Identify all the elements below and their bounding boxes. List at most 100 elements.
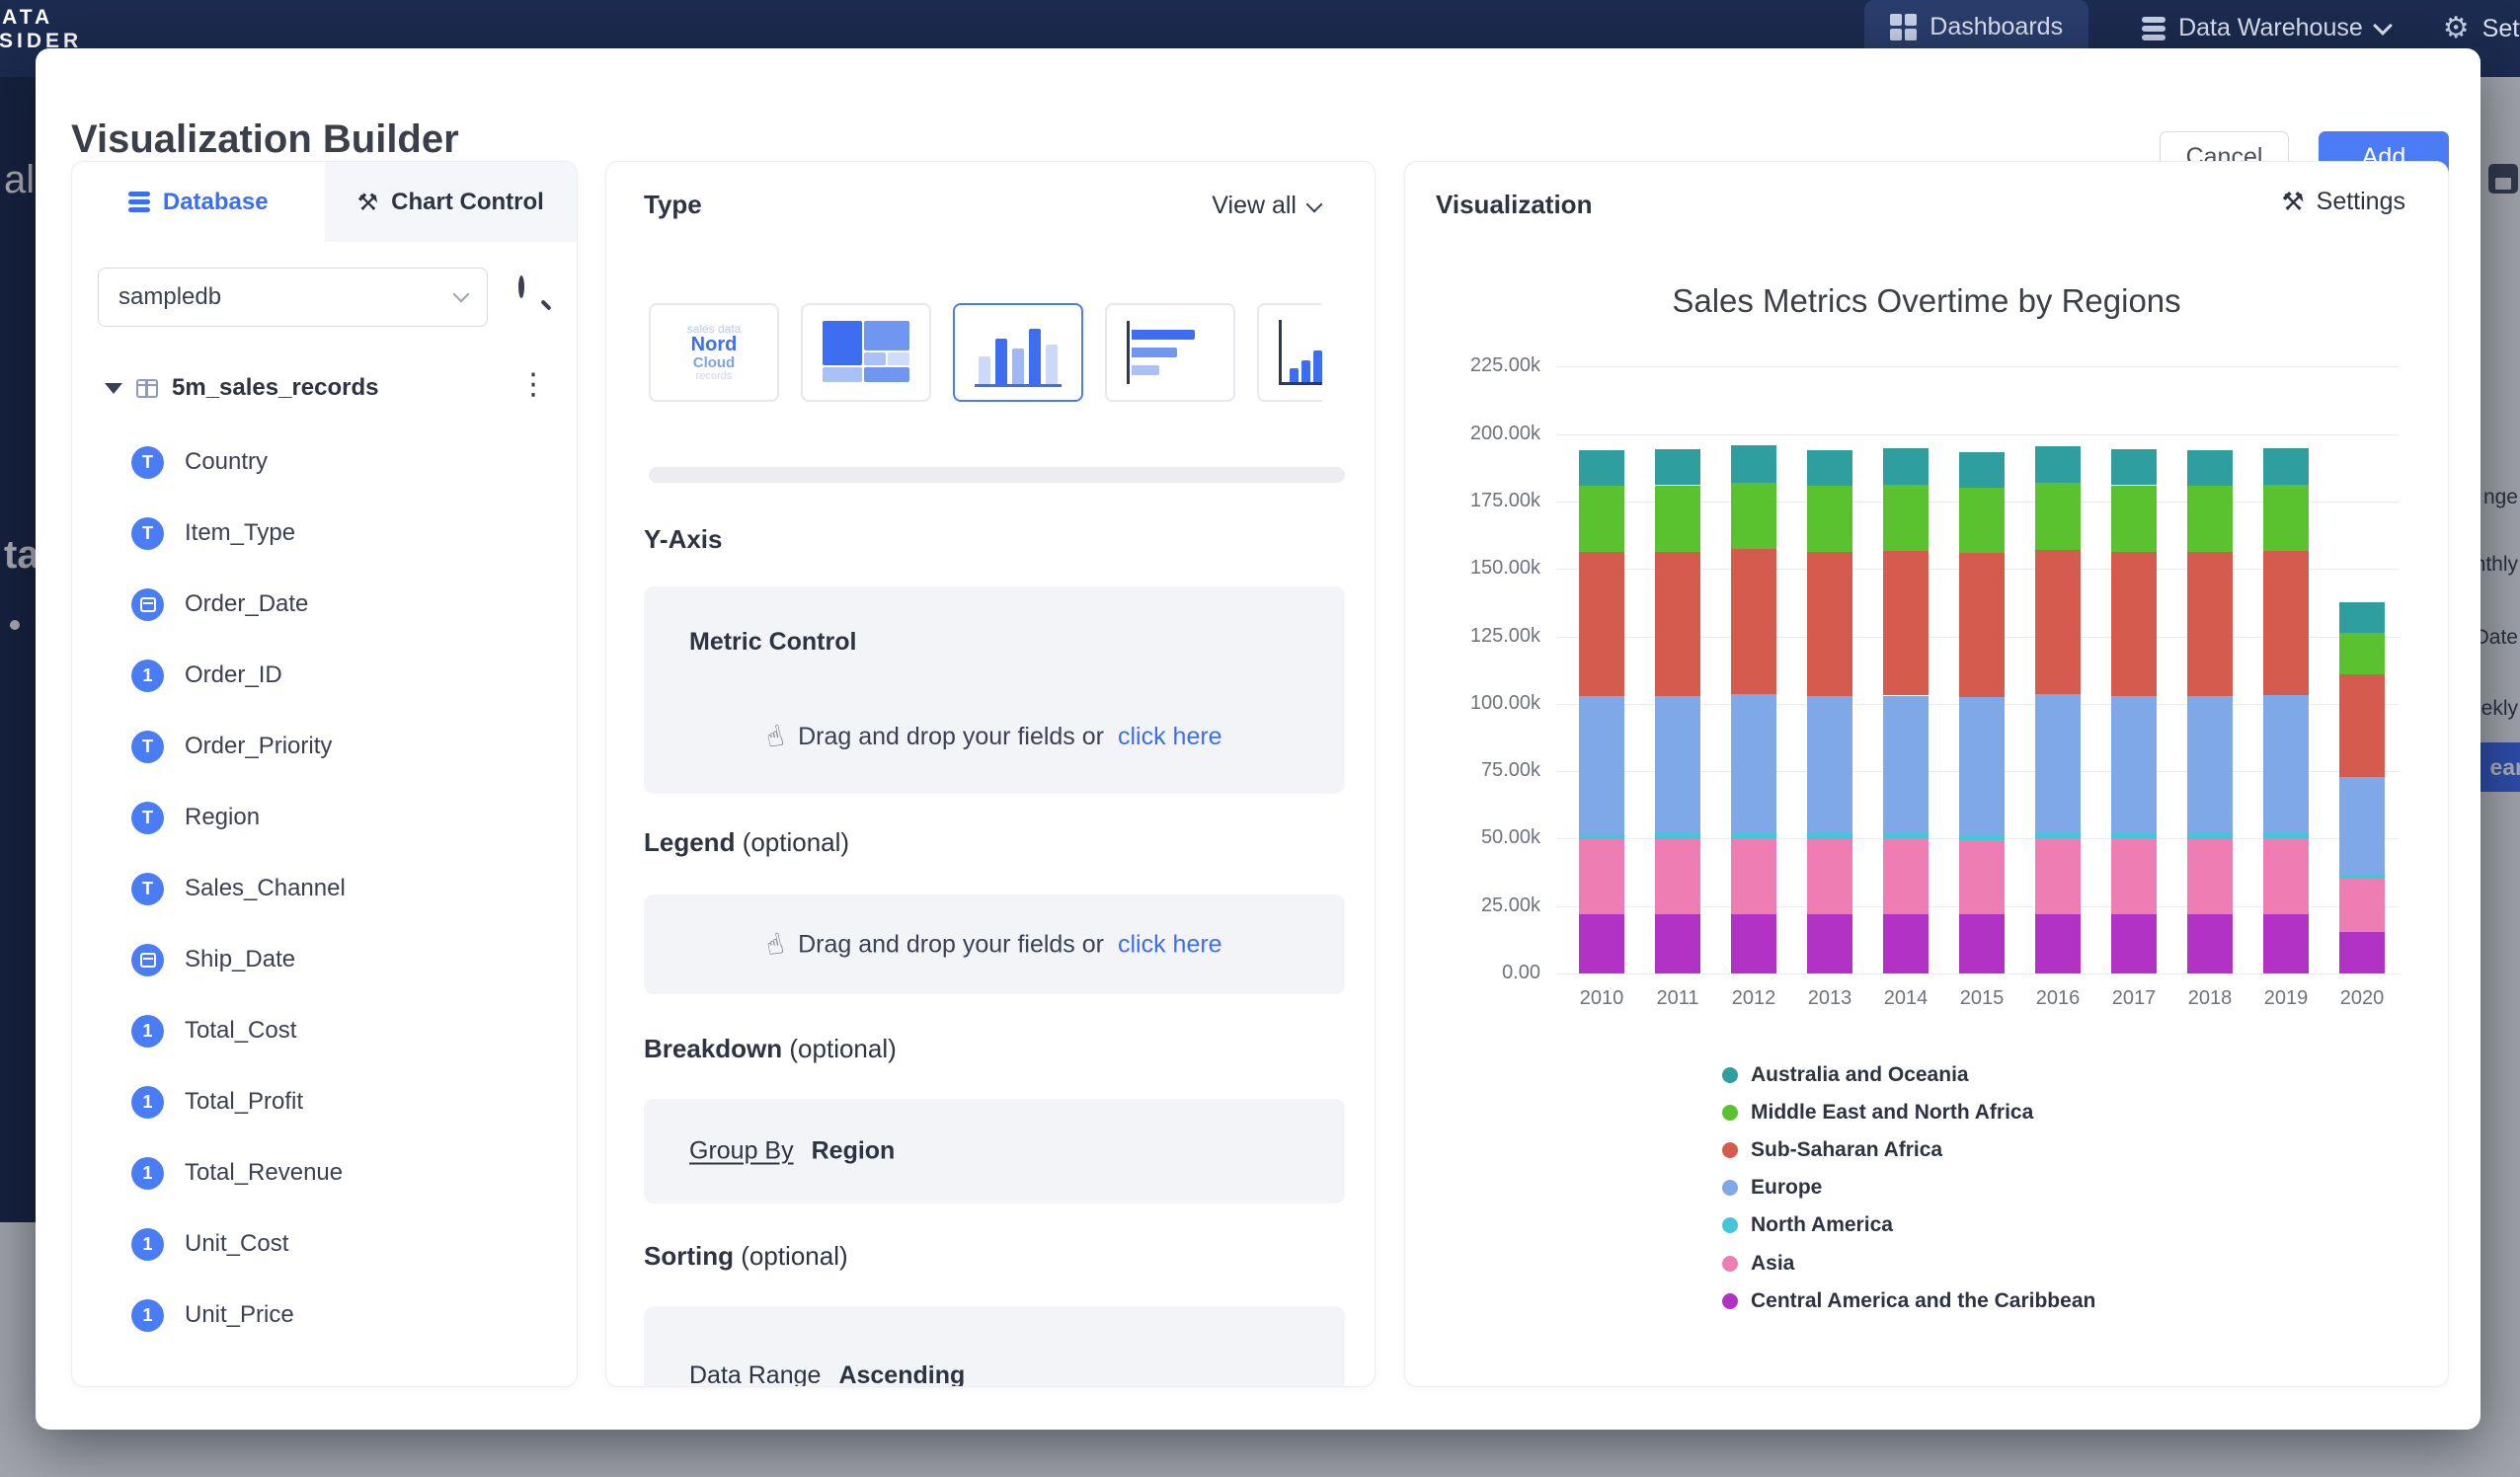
x-axis-tick-label: 2020: [2318, 987, 2406, 1010]
nav-dashboards[interactable]: Dashboards: [1864, 0, 2088, 54]
bar-segment: [1807, 552, 1852, 696]
bar-segment: [2187, 914, 2233, 973]
view-all-button[interactable]: View all: [1212, 192, 1320, 220]
date-field-icon: [131, 588, 164, 621]
bar-segment: [2111, 914, 2157, 973]
bar-segment: [2187, 486, 2233, 552]
legend-item[interactable]: Europe: [1722, 1173, 1822, 1203]
field-row[interactable]: TSales_Channel: [72, 853, 577, 924]
table-name: 5m_sales_records: [172, 374, 378, 402]
bar-segment: [2339, 602, 2385, 633]
field-row[interactable]: TItem_Type: [72, 498, 577, 569]
field-row[interactable]: 1Unit_Price: [72, 1280, 577, 1351]
legend-item[interactable]: Middle East and North Africa: [1722, 1098, 2033, 1127]
legend-click-here-link[interactable]: click here: [1118, 930, 1222, 959]
field-row[interactable]: Ship_Date: [72, 924, 577, 995]
y-axis-heading: Y-Axis: [644, 524, 723, 555]
tab-chart-control[interactable]: ⚒ Chart Control: [325, 162, 578, 242]
text-field-icon: T: [131, 517, 164, 550]
nav-settings[interactable]: ⚙ Settings: [2443, 14, 2520, 43]
search-icon: [518, 275, 524, 298]
y-axis-tick-label: 100.00k: [1432, 692, 1540, 715]
field-row[interactable]: 1Total_Revenue: [72, 1137, 577, 1208]
y-axis-tick-label: 75.00k: [1432, 759, 1540, 782]
table-menu-button[interactable]: ⋮: [518, 367, 548, 402]
legend-heading: Legend (optional): [644, 827, 849, 858]
breakdown-dropzone[interactable]: Group By Region: [644, 1099, 1345, 1204]
field-row[interactable]: 1Order_ID: [72, 640, 577, 711]
field-name: Region: [185, 804, 260, 831]
search-button[interactable]: [518, 278, 558, 318]
app-logo: DATA INSIDER: [0, 6, 82, 53]
bar-segment: [1883, 838, 1929, 914]
legend-label: Europe: [1751, 1176, 1822, 1200]
table-tree-header[interactable]: 5m_sales_records: [105, 365, 378, 411]
tab-database[interactable]: Database: [72, 162, 325, 242]
bar-segment: [2187, 839, 2233, 914]
legend-item[interactable]: Central America and the Caribbean: [1722, 1286, 2095, 1316]
y-axis-tick-label: 50.00k: [1432, 826, 1540, 849]
bar-segment: [1655, 914, 1700, 973]
bar-segment: [1655, 486, 1700, 552]
chart-type-thumb-histogram[interactable]: [1257, 303, 1322, 402]
visualization-builder-modal: Visualization Builder Cancel Add Databas…: [36, 48, 2481, 1430]
chart-type-thumb-column[interactable]: [953, 303, 1083, 402]
legend-item[interactable]: Australia and Oceania: [1722, 1060, 1969, 1090]
histogram-icon: [1279, 320, 1322, 385]
column-chart-icon: [975, 319, 1062, 387]
caret-down-icon[interactable]: [105, 383, 122, 394]
field-row[interactable]: 1Unit_Cost: [72, 1208, 577, 1280]
gear-icon: ⚙: [2443, 14, 2470, 43]
chart-type-thumb-wordcloud[interactable]: sales data Nord Cloud records: [649, 303, 779, 402]
bar-segment: [1883, 485, 1929, 551]
type-heading: Type: [644, 190, 702, 220]
bar-segment: [1959, 834, 2005, 840]
y-axis-tick-label: 25.00k: [1432, 894, 1540, 917]
data-range-link[interactable]: Data Range: [689, 1361, 821, 1387]
bar-segment: [1959, 697, 2005, 834]
legend-dropzone[interactable]: ☝ Drag and drop your fields or click her…: [644, 894, 1345, 994]
y-axis-tick-label: 125.00k: [1432, 625, 1540, 648]
gridline: [1556, 434, 2399, 435]
bar-segment: [2035, 838, 2081, 914]
field-row[interactable]: Order_Date: [72, 569, 577, 640]
field-name: Order_Priority: [185, 733, 332, 760]
chart-type-thumb-bar[interactable]: [1105, 303, 1235, 402]
bar-segment: [2263, 551, 2309, 695]
y-axis-tick-label: 175.00k: [1432, 490, 1540, 512]
field-row[interactable]: 1Total_Profit: [72, 1066, 577, 1137]
nav-data-warehouse[interactable]: Data Warehouse: [2142, 14, 2390, 42]
legend-label: Sub-Saharan Africa: [1751, 1138, 1942, 1162]
field-row[interactable]: 1Total_Cost: [72, 995, 577, 1066]
group-by-link[interactable]: Group By: [689, 1137, 794, 1166]
bar-segment: [1579, 834, 1624, 840]
legend-color-dot: [1722, 1105, 1738, 1121]
field-row[interactable]: TRegion: [72, 782, 577, 853]
chart-type-thumb-treemap[interactable]: [801, 303, 931, 402]
bar-segment: [1731, 445, 1776, 482]
field-row[interactable]: TOrder_Priority: [72, 711, 577, 782]
bar-segment: [2263, 448, 2309, 485]
legend-item[interactable]: North America: [1722, 1210, 1893, 1240]
bar-segment: [1807, 833, 1852, 839]
bar-segment: [2035, 483, 2081, 549]
bar-segment: [2339, 875, 2385, 879]
legend-color-dot: [1722, 1217, 1738, 1233]
chart-type-scrollbar[interactable]: [649, 467, 1345, 483]
bar-segment: [2339, 932, 2385, 973]
y-axis-tick-label: 200.00k: [1432, 423, 1540, 445]
bar-segment: [2111, 486, 2157, 552]
legend-item[interactable]: Asia: [1722, 1249, 1794, 1279]
metric-click-here-link[interactable]: click here: [1118, 723, 1222, 751]
bar-segment: [2187, 833, 2233, 839]
number-field-icon: 1: [131, 1228, 164, 1261]
bar-segment: [2035, 832, 2081, 838]
legend-item[interactable]: Sub-Saharan Africa: [1722, 1135, 1942, 1165]
chart-builder-panel: Type View all sales data Nord Cloud reco…: [605, 161, 1376, 1387]
bar-segment: [1579, 552, 1624, 696]
sorting-dropzone[interactable]: Data Range Ascending: [644, 1306, 1345, 1387]
number-field-icon: 1: [131, 1157, 164, 1190]
field-row[interactable]: TCountry: [72, 427, 577, 498]
datasource-select[interactable]: sampledb: [98, 268, 488, 327]
metric-dropzone[interactable]: Metric Control ☝ Drag and drop your fiel…: [644, 586, 1345, 794]
